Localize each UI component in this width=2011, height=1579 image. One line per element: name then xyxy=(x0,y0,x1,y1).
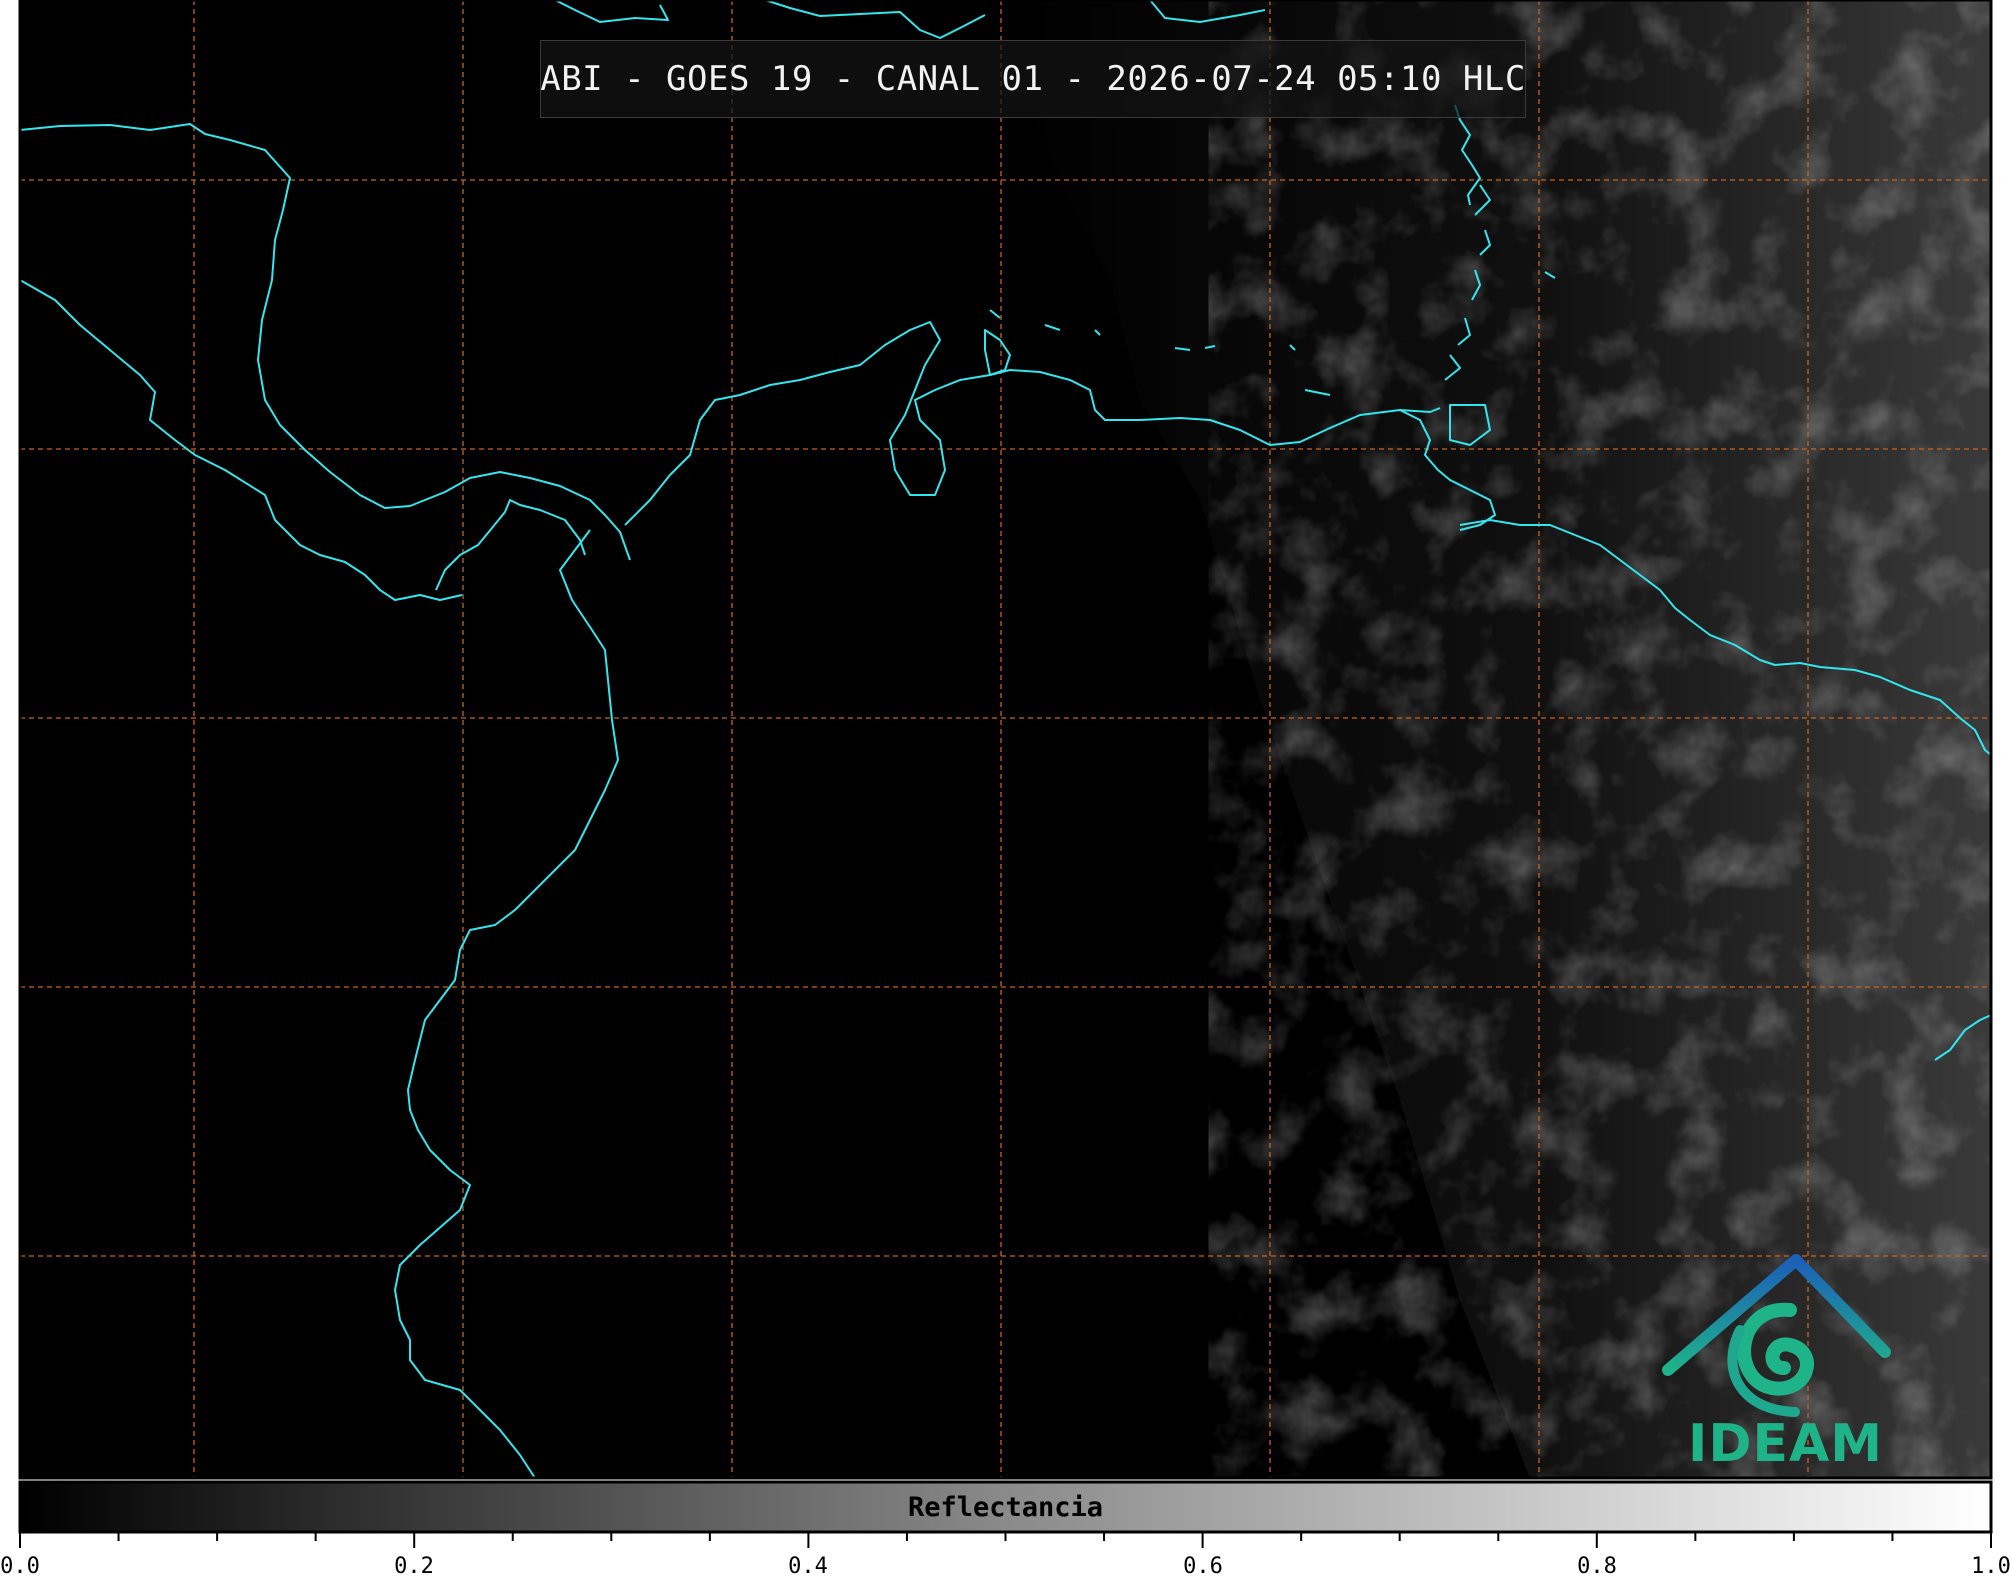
tick-label: 0.8 xyxy=(1577,1554,1617,1579)
ideam-logo-text: IDEAM xyxy=(1688,1414,1884,1474)
title-banner: ABI - GOES 19 - CANAL 01 - 2026-07-24 05… xyxy=(540,40,1526,118)
satellite-map xyxy=(18,0,1993,1548)
tick-label: 1.0 xyxy=(1971,1554,2011,1579)
map-title: ABI - GOES 19 - CANAL 01 - 2026-07-24 05… xyxy=(540,59,1526,99)
tick-label: 0.4 xyxy=(788,1554,828,1579)
colorbar-ticks xyxy=(19,1532,1992,1548)
tick-label: 0.0 xyxy=(0,1554,40,1579)
colorbar-label: Reflectancia xyxy=(907,1491,1104,1523)
tick-label: 0.6 xyxy=(1183,1554,1223,1579)
tick-label: 0.2 xyxy=(394,1554,434,1579)
